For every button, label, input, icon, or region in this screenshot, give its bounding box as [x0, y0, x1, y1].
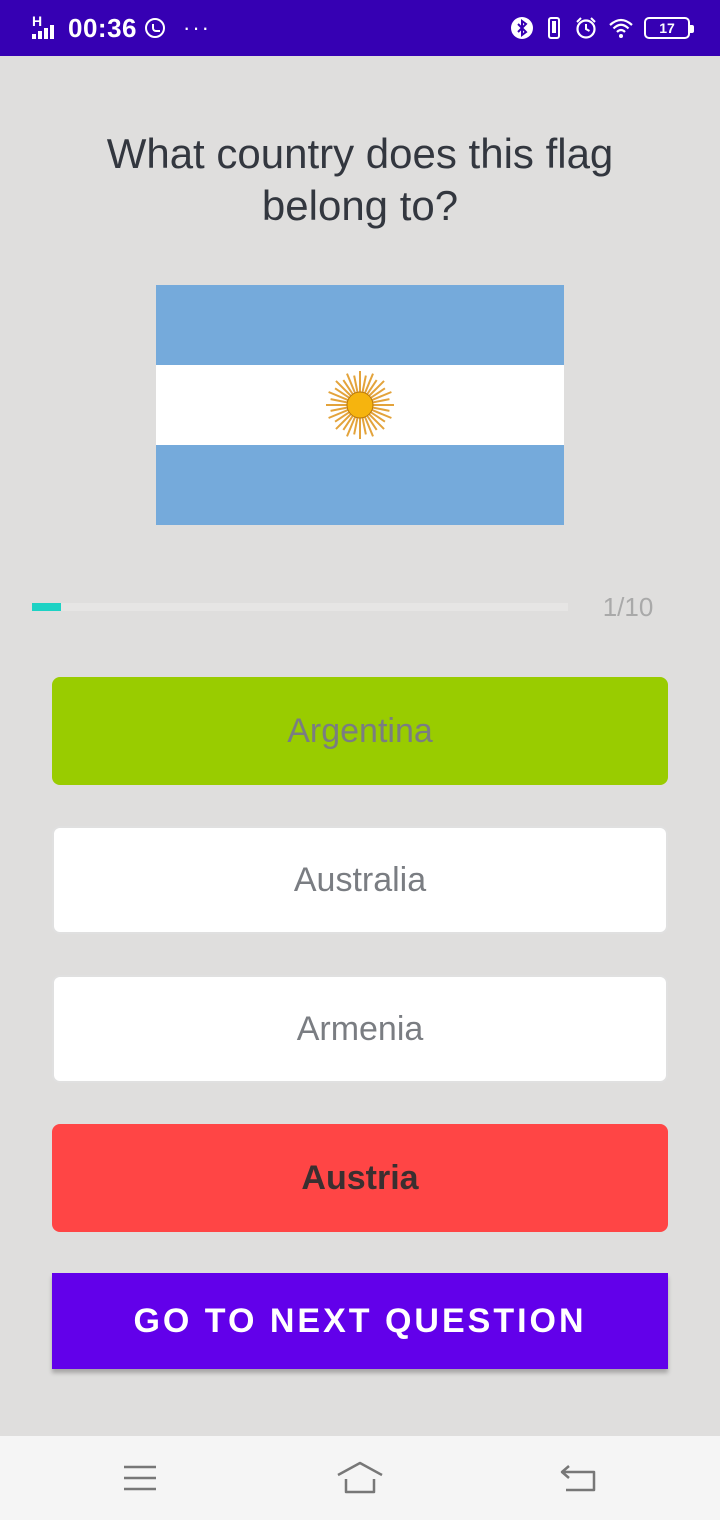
whatsapp-icon — [145, 18, 165, 38]
menu-icon[interactable] — [116, 1456, 164, 1500]
answer-option-argentina[interactable]: Argentina — [52, 677, 668, 785]
answer-option-austria[interactable]: Austria — [52, 1124, 668, 1232]
battery-level: 17 — [659, 20, 675, 36]
status-time: 00:36 — [68, 12, 137, 43]
home-icon[interactable] — [336, 1456, 384, 1500]
sun-of-may-icon — [326, 371, 394, 439]
progress-fill — [32, 603, 61, 611]
flag-bottom-band — [156, 445, 564, 525]
answer-label: Armenia — [296, 1009, 424, 1048]
argentina-flag-image — [156, 285, 564, 525]
next-question-label: GO TO NEXT QUESTION — [133, 1301, 587, 1340]
battery-icon: 17 — [644, 17, 694, 39]
wifi-icon — [609, 18, 633, 38]
answer-option-australia[interactable]: Australia — [52, 826, 668, 934]
more-icon: ··· — [183, 15, 211, 40]
bluetooth-icon — [511, 17, 533, 39]
status-bar-left: H 00:36 ··· — [32, 0, 211, 56]
progress-bar — [32, 603, 568, 611]
question-text: What country does this flag belong to? — [106, 130, 614, 229]
next-question-button[interactable]: GO TO NEXT QUESTION — [52, 1273, 668, 1369]
answer-label: Australia — [293, 860, 427, 899]
back-icon[interactable] — [554, 1456, 602, 1500]
status-bar-right: 17 — [510, 0, 694, 56]
system-nav-bar — [0, 1436, 720, 1520]
answer-label: Argentina — [287, 711, 433, 750]
answer-option-armenia[interactable]: Armenia — [52, 975, 668, 1083]
signal-icon: H — [32, 13, 60, 41]
status-bar: H 00:36 ··· 17 — [0, 0, 720, 56]
progress-counter: 1/10 — [602, 592, 654, 622]
alarm-icon — [576, 17, 596, 39]
flag-top-band — [156, 285, 564, 365]
answer-label: Austria — [301, 1158, 419, 1197]
vibrate-icon — [548, 17, 560, 39]
